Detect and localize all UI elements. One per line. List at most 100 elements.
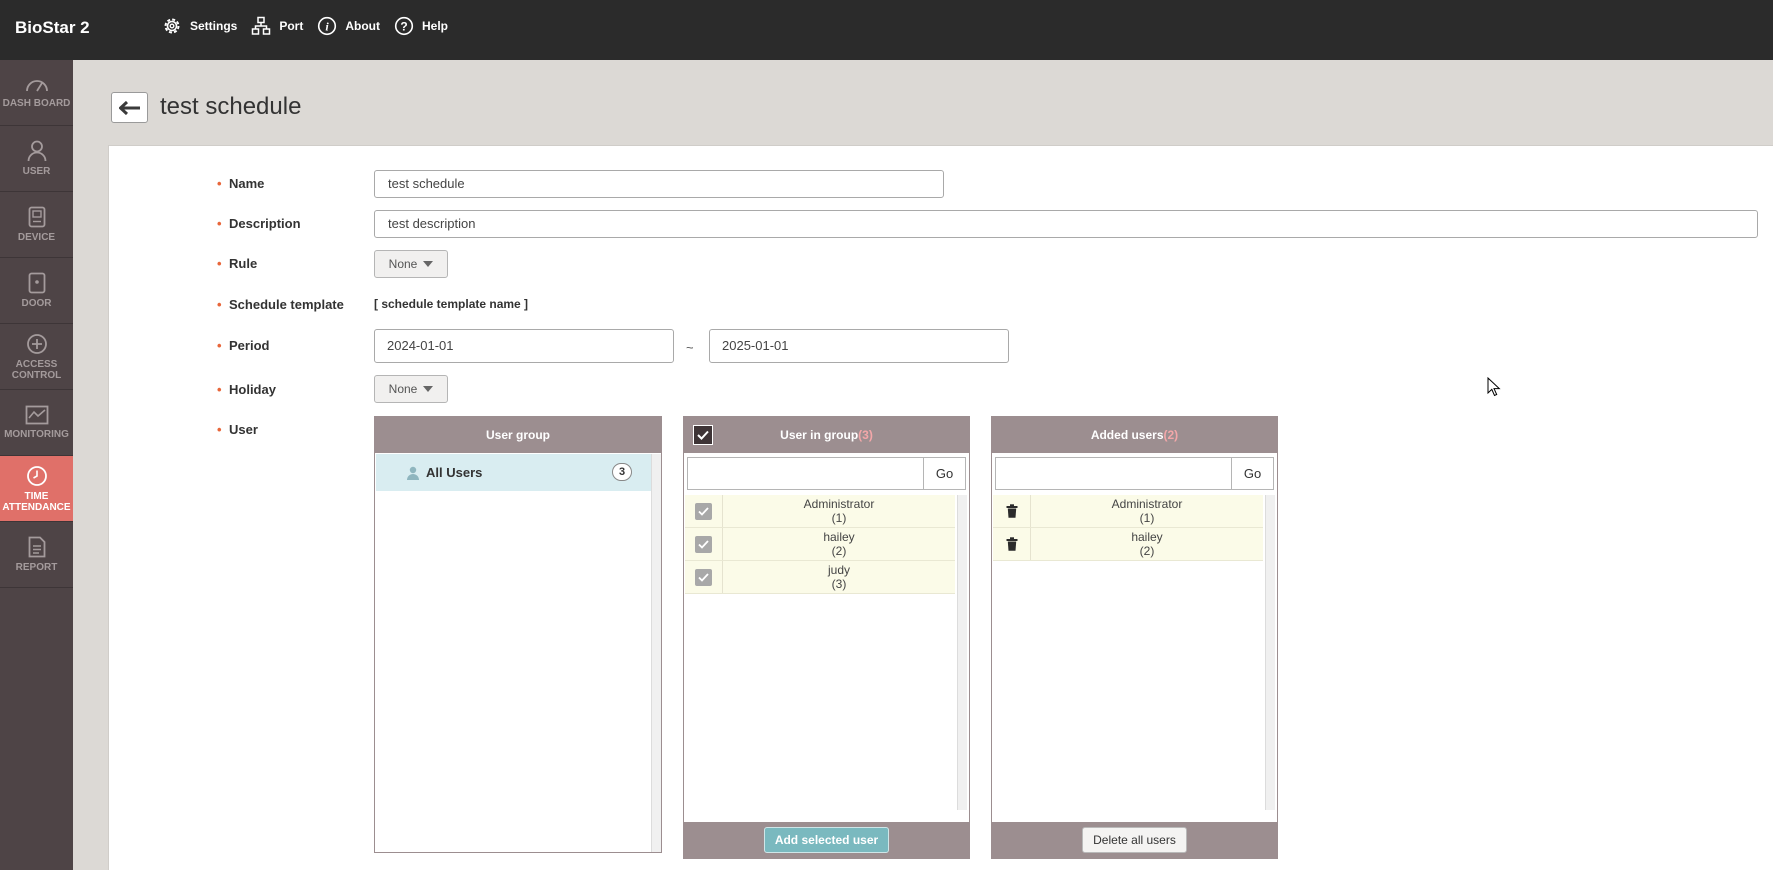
added-users-search: Go — [995, 457, 1274, 490]
arrow-left-icon — [118, 100, 140, 115]
user-name: hailey — [1131, 530, 1163, 544]
settings-link[interactable]: Settings — [162, 16, 237, 36]
user-icon — [407, 466, 419, 480]
user-row-checkbox[interactable] — [685, 561, 723, 593]
user-in-group-search: Go — [687, 457, 966, 490]
user-name: Administrator — [803, 497, 875, 511]
rule-dropdown[interactable]: None — [374, 250, 448, 278]
user-row[interactable]: hailey (2) — [685, 528, 955, 561]
description-input[interactable]: test description — [374, 210, 1758, 238]
about-label: About — [345, 19, 380, 33]
sidebar-item-report[interactable]: REPORT — [0, 522, 73, 588]
rule-value: None — [388, 257, 418, 271]
group-item-all-users[interactable]: All Users 3 — [376, 454, 651, 491]
holiday-label: Holiday — [217, 382, 276, 397]
rule-label: Rule — [217, 256, 257, 271]
trash-icon — [1006, 504, 1017, 518]
about-link[interactable]: i About — [317, 16, 380, 36]
user-in-group-search-input[interactable] — [687, 457, 924, 490]
user-in-group-footer: Add selected user — [684, 822, 969, 858]
sidebar-label: DOOR — [21, 298, 52, 309]
user-icon — [27, 140, 46, 162]
user-name: Administrator — [1111, 497, 1183, 511]
sidebar-item-door[interactable]: DOOR — [0, 258, 73, 324]
user-in-group-count: (3) — [858, 428, 873, 442]
period-start-input[interactable]: 2024-01-01 — [374, 329, 674, 363]
delete-user-button[interactable] — [993, 528, 1031, 560]
back-button[interactable] — [111, 92, 148, 123]
description-label: Description — [217, 216, 300, 231]
user-group-box: User group All Users 3 — [374, 416, 662, 853]
schedule-template-value: [ schedule template name ] — [374, 297, 529, 311]
period-end-input[interactable]: 2025-01-01 — [709, 329, 1009, 363]
settings-label: Settings — [190, 19, 238, 33]
user-name: judy — [827, 563, 850, 577]
door-icon — [28, 272, 45, 294]
check-icon — [698, 539, 709, 549]
caret-down-icon — [423, 261, 434, 267]
user-in-group-box: User in group (3) Go Administrator (1) hai… — [683, 416, 970, 859]
sidebar-label: DEVICE — [17, 232, 56, 243]
user-in-group-go-button[interactable]: Go — [924, 457, 966, 490]
sidebar-item-time-attendance[interactable]: TIME ATTENDANCE — [0, 456, 73, 522]
user-row[interactable]: Administrator (1) — [685, 495, 955, 528]
added-users-count: (2) — [1163, 428, 1179, 442]
help-label: Help — [422, 19, 449, 33]
device-icon — [28, 206, 45, 228]
holiday-value: None — [388, 382, 418, 396]
help-icon: ? — [394, 16, 414, 36]
user-row-checkbox[interactable] — [685, 495, 723, 527]
added-users-header: Added users (2) — [992, 417, 1277, 453]
user-label: User — [217, 422, 258, 437]
added-users-scrollbar[interactable] — [1265, 495, 1275, 810]
sidebar: DASH BOARD USER DEVICE DOOR ACCESS CONTR… — [0, 60, 73, 870]
holiday-dropdown[interactable]: None — [374, 375, 448, 403]
delete-user-button[interactable] — [993, 495, 1031, 527]
report-icon — [28, 536, 45, 558]
caret-down-icon — [423, 386, 434, 392]
period-separator: ~ — [686, 340, 694, 355]
top-bar: BioStar 2 Settings Port i About ? Help — [0, 0, 1773, 60]
dashboard-icon — [25, 80, 48, 92]
sidebar-item-access-control[interactable]: ACCESS CONTROL — [0, 324, 73, 390]
group-item-label: All Users — [426, 465, 483, 480]
network-icon — [252, 16, 271, 35]
added-users-go-button[interactable]: Go — [1232, 457, 1274, 490]
added-users-box: Added users (2) Go Administrator (1) haile… — [991, 416, 1278, 859]
added-users-footer: Delete all users — [992, 822, 1277, 858]
added-users-search-input[interactable] — [995, 457, 1232, 490]
sidebar-item-user[interactable]: USER — [0, 126, 73, 192]
svg-text:i: i — [326, 20, 330, 34]
user-in-group-scrollbar[interactable] — [957, 495, 967, 810]
sidebar-label: REPORT — [15, 562, 58, 573]
sidebar-item-dashboard[interactable]: DASH BOARD — [0, 60, 73, 126]
info-icon: i — [318, 16, 337, 36]
added-user-row: Administrator (1) — [993, 495, 1263, 528]
name-input[interactable]: test schedule — [374, 170, 944, 198]
add-selected-user-button[interactable]: Add selected user — [763, 827, 890, 853]
group-count-badge: 3 — [612, 463, 632, 481]
check-icon — [697, 430, 709, 440]
group-scrollbar[interactable] — [651, 454, 661, 852]
user-group-header: User group — [375, 417, 661, 453]
sidebar-label: USER — [22, 166, 51, 177]
port-link[interactable]: Port — [251, 16, 303, 36]
check-icon — [698, 506, 709, 516]
user-id: (3) — [831, 577, 847, 591]
help-link[interactable]: ? Help — [394, 16, 448, 36]
user-group-title: User group — [485, 428, 550, 442]
sidebar-item-device[interactable]: DEVICE — [0, 192, 73, 258]
app-brand: BioStar 2 — [15, 18, 90, 37]
check-icon — [698, 572, 709, 582]
schedule-template-label: Schedule template — [217, 297, 344, 312]
clock-icon — [26, 465, 47, 486]
trash-icon — [1006, 537, 1017, 551]
top-nav: Settings Port i About ? Help — [162, 16, 462, 36]
user-id: (1) — [1139, 511, 1155, 525]
user-row[interactable]: judy (3) — [685, 561, 955, 594]
select-all-checkbox[interactable] — [693, 425, 713, 445]
delete-all-users-button[interactable]: Delete all users — [1082, 827, 1187, 853]
sidebar-item-monitoring[interactable]: MONITORING — [0, 390, 73, 456]
user-row-checkbox[interactable] — [685, 528, 723, 560]
added-user-row: hailey (2) — [993, 528, 1263, 561]
